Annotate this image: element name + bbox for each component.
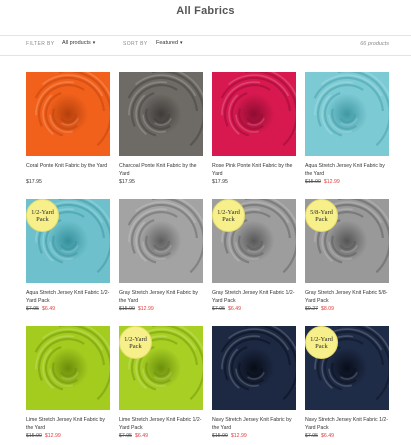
sort-dropdown-value: Featured (156, 40, 179, 46)
product-price: $7.95 $6.49 (212, 306, 241, 312)
filter-dropdown-value: All products (62, 40, 91, 46)
regular-price: $17.95 (212, 179, 228, 185)
fabric-swirl-image (212, 326, 296, 410)
product-image[interactable] (119, 72, 203, 156)
product-card[interactable]: Rose Pink Ponte Knit Fabric by the Yard $… (212, 72, 296, 185)
product-card[interactable]: Charcoal Ponte Knit Fabric by the Yard $1… (119, 72, 203, 185)
sale-price: $12.99 (44, 433, 61, 439)
product-price: $9.27 $8.09 (305, 306, 334, 312)
original-price: $15.90 (26, 433, 42, 439)
product-price: $7.95 $6.49 (26, 306, 55, 312)
chevron-down-icon: ▾ (92, 39, 96, 46)
product-card[interactable]: Lime Stretch Jersey Knit Fabric by the Y… (26, 326, 110, 439)
original-price: $9.27 (305, 306, 318, 312)
product-image[interactable] (305, 72, 389, 156)
fabric-swirl-image (26, 72, 110, 156)
sale-price: $6.49 (320, 433, 334, 439)
product-image[interactable] (212, 72, 296, 156)
fabric-swirl-image (119, 199, 203, 283)
fabric-swirl-image (305, 72, 389, 156)
product-price: $7.95 $6.49 (305, 433, 334, 439)
product-price: $15.90 $12.99 (119, 306, 154, 312)
product-image[interactable]: 1/2-Yard Pack (26, 199, 110, 283)
product-card[interactable]: 1/2-Yard Pack Gray Stretch Jersey Knit Fa… (212, 199, 296, 312)
product-price: $17.95 (212, 179, 228, 185)
original-price: $15.90 (119, 306, 135, 312)
product-price: $17.95 (119, 179, 135, 185)
fabric-swirl-image (212, 72, 296, 156)
product-title-link[interactable]: Coral Ponte Knit Fabric by the Yard (26, 163, 110, 171)
pack-size-badge: 1/2-Yard Pack (26, 199, 59, 232)
sale-price: $6.49 (134, 433, 148, 439)
pack-size-badge: 1/2-Yard Pack (212, 199, 245, 232)
product-image[interactable]: 1/2-Yard Pack (119, 326, 203, 410)
product-price: $15.90 $12.99 (212, 433, 247, 439)
sale-price: $12.99 (323, 179, 340, 185)
original-price: $7.95 (212, 306, 225, 312)
filter-sort-bar: FILTER BY All products ▾ SORT BY Feature… (0, 35, 411, 56)
product-price: $15.90 $12.99 (26, 433, 61, 439)
pack-size-badge: 1/2-Yard Pack (119, 326, 152, 359)
product-image[interactable]: 1/2-Yard Pack (212, 199, 296, 283)
product-title-link[interactable]: Navy Stretch Jersey Knit Fabric by the Y… (212, 417, 296, 432)
product-image[interactable]: 5/8-Yard Pack (305, 199, 389, 283)
sale-price: $8.09 (320, 306, 334, 312)
pack-size-badge: 5/8-Yard Pack (305, 199, 338, 232)
product-title-link[interactable]: Lime Stretch Jersey Knit Fabric by the Y… (26, 417, 110, 432)
product-image[interactable]: 1/2-Yard Pack (305, 326, 389, 410)
product-price: $15.90 $12.99 (305, 179, 340, 185)
product-card[interactable]: Aqua Stretch Jersey Knit Fabric by the Y… (305, 72, 389, 185)
product-title-link[interactable]: Aqua Stretch Jersey Knit Fabric by the Y… (305, 163, 389, 178)
product-title-link[interactable]: Gray Stretch Jersey Knit Fabric 5/8-Yard… (305, 290, 389, 305)
pack-size-badge: 1/2-Yard Pack (305, 326, 338, 359)
sale-price: $12.99 (230, 433, 247, 439)
fabric-swirl-image (119, 72, 203, 156)
product-card[interactable]: 5/8-Yard Pack Gray Stretch Jersey Knit Fa… (305, 199, 389, 312)
product-image[interactable] (26, 72, 110, 156)
product-card[interactable]: 1/2-Yard Pack Navy Stretch Jersey Knit Fa… (305, 326, 389, 439)
sale-price: $12.99 (137, 306, 154, 312)
product-title-link[interactable]: Navy Stretch Jersey Knit Fabric 1/2-Yard… (305, 417, 389, 432)
sort-by-label: SORT BY (123, 41, 148, 47)
product-title-link[interactable]: Aqua Stretch Jersey Knit Fabric 1/2-Yard… (26, 290, 110, 305)
product-card[interactable]: Navy Stretch Jersey Knit Fabric by the Y… (212, 326, 296, 439)
product-title-link[interactable]: Charcoal Ponte Knit Fabric by the Yard (119, 163, 203, 178)
page-title: All Fabrics (176, 5, 235, 17)
product-title-link[interactable]: Lime Stretch Jersey Knit Fabric 1/2-Yard… (119, 417, 203, 432)
product-card[interactable]: Coral Ponte Knit Fabric by the Yard $17.9… (26, 72, 110, 185)
product-count: 66 products (360, 41, 389, 47)
product-card[interactable]: 1/2-Yard Pack Aqua Stretch Jersey Knit Fa… (26, 199, 110, 312)
regular-price: $17.95 (26, 179, 42, 185)
product-image[interactable] (212, 326, 296, 410)
product-title-link[interactable]: Gray Stretch Jersey Knit Fabric 1/2-Yard… (212, 290, 296, 305)
regular-price: $17.95 (119, 179, 135, 185)
sort-dropdown[interactable]: Featured ▾ (156, 40, 183, 46)
product-image[interactable] (119, 199, 203, 283)
original-price: $15.90 (212, 433, 228, 439)
sale-price: $6.49 (41, 306, 55, 312)
chevron-down-icon: ▾ (180, 39, 183, 46)
original-price: $7.95 (119, 433, 132, 439)
filter-dropdown[interactable]: All products ▾ (62, 40, 95, 46)
product-price: $7.95 $6.49 (119, 433, 148, 439)
filter-by-label: FILTER BY (26, 41, 55, 47)
original-price: $15.90 (305, 179, 321, 185)
product-title-link[interactable]: Rose Pink Ponte Knit Fabric by the Yard (212, 163, 296, 178)
original-price: $7.95 (305, 433, 318, 439)
product-price: $17.95 (26, 179, 42, 185)
original-price: $7.95 (26, 306, 39, 312)
product-card[interactable]: 1/2-Yard Pack Lime Stretch Jersey Knit Fa… (119, 326, 203, 439)
fabric-swirl-image (26, 326, 110, 410)
sale-price: $6.49 (227, 306, 241, 312)
product-card[interactable]: Gray Stretch Jersey Knit Fabric by the Y… (119, 199, 203, 312)
product-title-link[interactable]: Gray Stretch Jersey Knit Fabric by the Y… (119, 290, 203, 305)
product-image[interactable] (26, 326, 110, 410)
